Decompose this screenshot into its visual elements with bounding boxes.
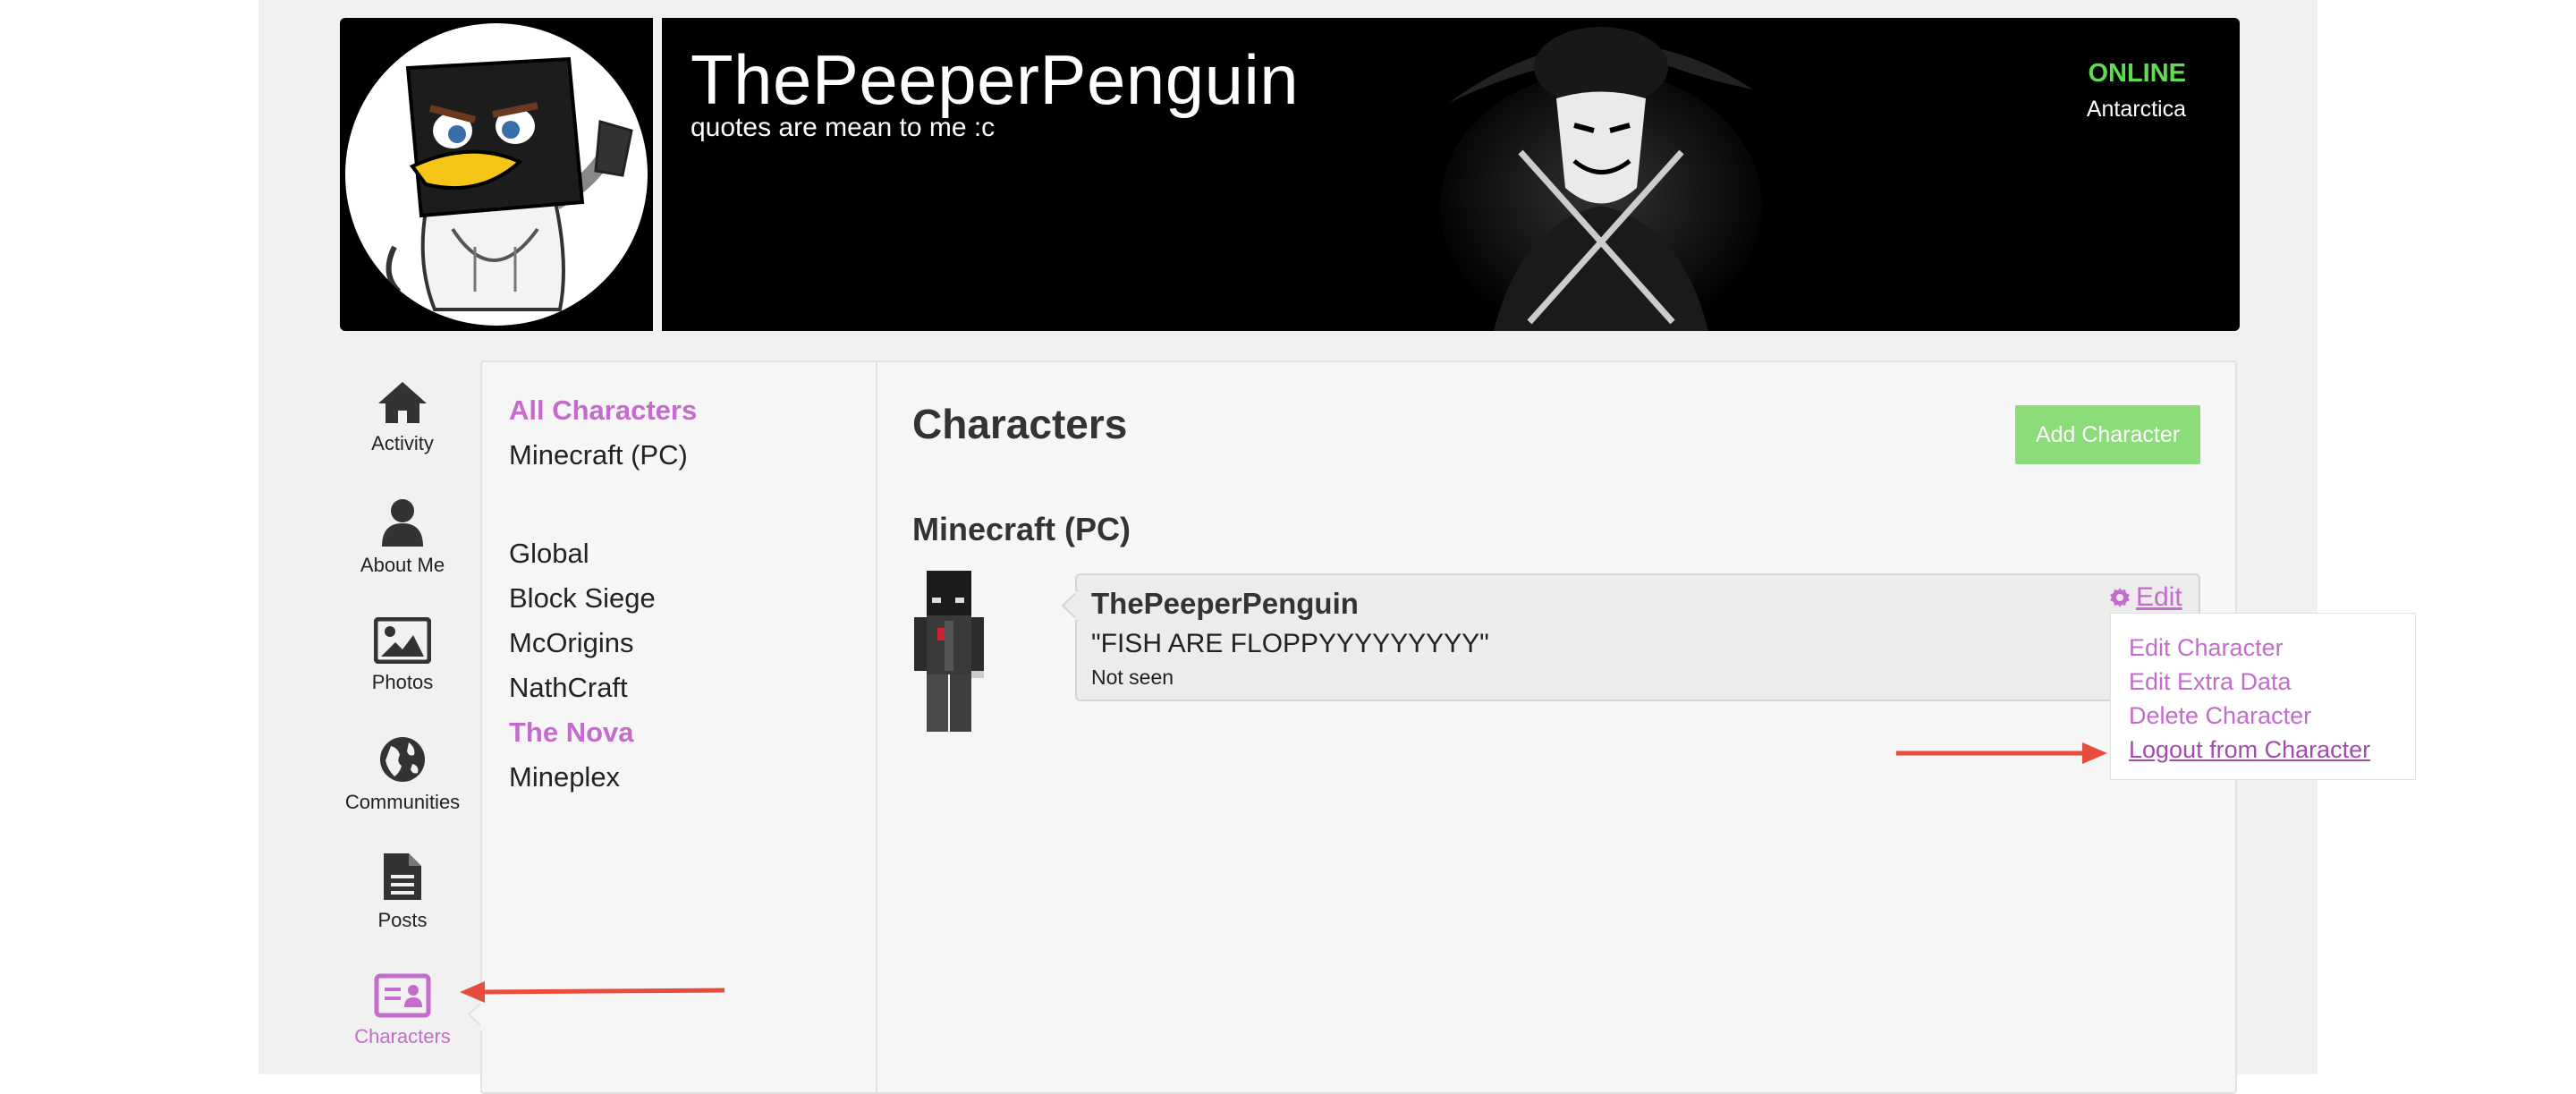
menu-item-edit-character[interactable]: Edit Character: [2129, 634, 2284, 662]
profile-avatar[interactable]: [340, 18, 653, 331]
menu-item-logout-from-character[interactable]: Logout from Character: [2129, 736, 2370, 764]
game-group-title: Minecraft (PC): [912, 511, 1131, 547]
character-last-seen: Not seen: [1091, 666, 1174, 689]
filter-community-mineplex[interactable]: Mineplex: [509, 761, 620, 793]
profile-location: Antarctica: [2086, 97, 2186, 122]
nav-label-photos: Photos: [371, 671, 434, 693]
nav-label-communities: Communities: [344, 791, 461, 813]
avatar-image: [345, 23, 648, 326]
nav-label-characters: Characters: [354, 1025, 451, 1047]
filter-community-mcorigins[interactable]: McOrigins: [509, 627, 634, 659]
filter-community-global[interactable]: Global: [509, 538, 589, 570]
filter-minecraft-pc[interactable]: Minecraft (PC): [509, 439, 688, 471]
user-icon: [382, 499, 423, 547]
nav-label-activity: Activity: [371, 432, 434, 454]
profile-username: ThePeeperPenguin: [691, 40, 1300, 119]
nav-characters[interactable]: Characters: [340, 973, 465, 1081]
nav-label-about-me: About Me: [360, 554, 445, 576]
nav-photos[interactable]: Photos: [340, 617, 465, 725]
menu-item-edit-extra-data[interactable]: Edit Extra Data: [2129, 668, 2292, 696]
page-title: Characters: [912, 401, 1128, 447]
filter-community-block-siege[interactable]: Block Siege: [509, 582, 656, 615]
id-card-icon: [374, 973, 431, 1018]
document-icon: [384, 853, 421, 900]
profile-tagline: quotes are mean to me :c: [691, 113, 996, 142]
image-icon: [374, 617, 431, 664]
menu-item-delete-character[interactable]: Delete Character: [2129, 702, 2311, 730]
gear-icon: [2110, 588, 2130, 607]
filter-community-nathcraft[interactable]: NathCraft: [509, 672, 628, 704]
character-name[interactable]: ThePeeperPenguin: [1091, 587, 1359, 621]
nav-label-posts: Posts: [377, 909, 428, 931]
vendetta-banner-art-icon: [1440, 18, 1780, 331]
profile-banner: ThePeeperPenguin quotes are mean to me :…: [662, 18, 2240, 331]
filter-all-characters[interactable]: All Characters: [509, 394, 697, 427]
nav-about-me[interactable]: About Me: [340, 498, 465, 606]
card-pointer-notch: [1061, 590, 1079, 621]
nav-posts[interactable]: Posts: [340, 852, 465, 959]
edit-dropdown-menu: Edit Character Edit Extra Data Delete Ch…: [2110, 613, 2416, 780]
character-quote: "FISH ARE FLOPPYYYYYYYYY": [1091, 629, 1489, 658]
nav-activity[interactable]: Activity: [340, 380, 465, 488]
edit-menu-toggle[interactable]: Edit: [2109, 582, 2182, 613]
penguin-avatar-icon: [386, 56, 633, 311]
add-character-button[interactable]: Add Character: [2015, 405, 2200, 464]
globe-icon: [380, 737, 425, 782]
filter-community-the-nova[interactable]: The Nova: [509, 717, 634, 749]
annotation-arrow-logout: [1896, 742, 2107, 764]
nav-communities[interactable]: Communities: [340, 735, 465, 843]
online-status-badge: ONLINE: [2088, 59, 2186, 88]
character-skin-icon: [914, 571, 984, 732]
edit-link-label: Edit: [2136, 582, 2182, 612]
annotation-arrow-characters: [460, 981, 725, 1003]
home-icon: [378, 382, 427, 423]
